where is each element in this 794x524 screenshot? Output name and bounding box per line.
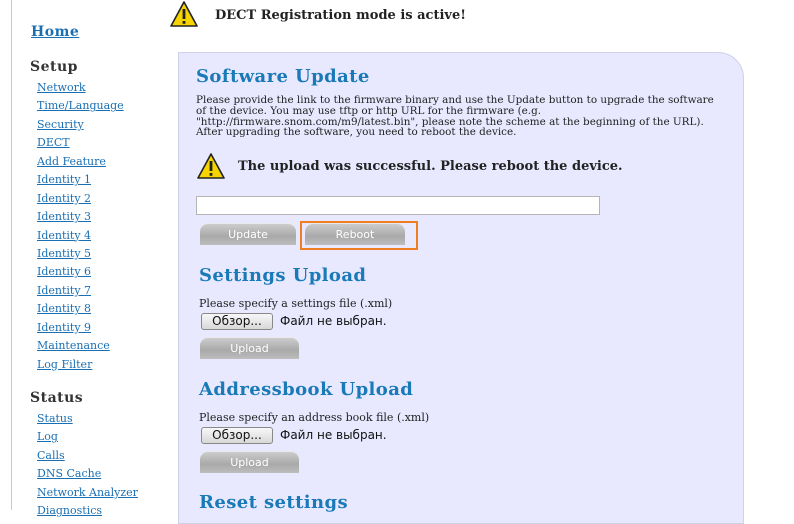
sidebar-item[interactable]: Identity 1 [37, 171, 124, 189]
sidebar-item-dns-cache[interactable]: DNS Cache [37, 467, 101, 480]
setup-nav-list: Network Time/Language Security DECT Add … [37, 79, 124, 374]
sidebar-item-calls[interactable]: Calls [37, 449, 65, 462]
sidebar-item[interactable]: Identity 5 [37, 245, 124, 263]
sidebar-item[interactable]: Identity 2 [37, 190, 124, 208]
settings-file-prompt: Please specify a settings file (.xml) [199, 297, 393, 310]
sidebar-item-network[interactable]: Network [37, 81, 86, 94]
setup-section-title: Setup [30, 59, 78, 75]
sidebar-item[interactable]: Time/Language [37, 97, 124, 115]
sidebar-item[interactable]: Calls [37, 447, 138, 465]
sidebar-item-add-feature[interactable]: Add Feature [37, 155, 106, 168]
sidebar-item-diagnostics[interactable]: Diagnostics [37, 504, 102, 517]
sidebar-item[interactable]: Identity 9 [37, 319, 124, 337]
sidebar-item[interactable]: Identity 6 [37, 263, 124, 281]
sidebar-item-identity-8[interactable]: Identity 8 [37, 302, 91, 315]
addressbook-upload-button[interactable]: Upload [200, 451, 299, 473]
sidebar-item-identity-7[interactable]: Identity 7 [37, 284, 91, 297]
software-update-description: Please provide the link to the firmware … [196, 94, 714, 139]
sidebar-item[interactable]: Identity 3 [37, 208, 124, 226]
sidebar-item-time-language[interactable]: Time/Language [37, 99, 124, 112]
nav-home-link[interactable]: Home [31, 24, 79, 40]
sidebar-item[interactable]: Network [37, 79, 124, 97]
sidebar-item-identity-5[interactable]: Identity 5 [37, 247, 91, 260]
settings-browse-button[interactable]: Обзор... [201, 313, 273, 330]
settings-upload-title: Settings Upload [199, 265, 367, 286]
sidebar-item-identity-1[interactable]: Identity 1 [37, 173, 91, 186]
sidebar-item-identity-2[interactable]: Identity 2 [37, 192, 91, 205]
sidebar-item[interactable]: DNS Cache [37, 465, 138, 483]
addressbook-browse-button[interactable]: Обзор... [201, 427, 273, 444]
addressbook-upload-title: Addressbook Upload [199, 379, 414, 400]
settings-file-status: Файл не выбран. [280, 314, 387, 328]
sidebar-item-dect[interactable]: DECT [37, 136, 70, 149]
sidebar-item[interactable]: Security [37, 116, 124, 134]
sidebar-item-security[interactable]: Security [37, 118, 84, 131]
sidebar-item[interactable]: Identity 4 [37, 227, 124, 245]
sidebar-item-identity-3[interactable]: Identity 3 [37, 210, 91, 223]
sidebar-item-identity-9[interactable]: Identity 9 [37, 321, 91, 334]
status-section-title: Status [30, 390, 84, 406]
sidebar-item-identity-6[interactable]: Identity 6 [37, 265, 91, 278]
reboot-button[interactable]: Reboot [305, 223, 405, 245]
status-nav-list: Status Log Calls DNS Cache Network Analy… [37, 410, 138, 521]
sidebar-item[interactable]: Add Feature [37, 153, 124, 171]
sidebar-item-identity-4[interactable]: Identity 4 [37, 229, 91, 242]
upload-success-notice: The upload was successful. Please reboot… [238, 159, 623, 174]
sidebar-item-log-filter[interactable]: Log Filter [37, 358, 92, 371]
sidebar-item-log[interactable]: Log [37, 430, 58, 443]
settings-upload-button[interactable]: Upload [200, 337, 299, 359]
sidebar-item-network-analyzer[interactable]: Network Analyzer [37, 486, 138, 499]
sidebar-item[interactable]: Maintenance [37, 337, 124, 355]
sidebar-item-maintenance[interactable]: Maintenance [37, 339, 110, 352]
sidebar-item[interactable]: Log Filter [37, 356, 124, 374]
sidebar-item[interactable]: Identity 8 [37, 300, 124, 318]
sidebar-item[interactable]: Status [37, 410, 138, 428]
update-button[interactable]: Update [200, 223, 296, 245]
firmware-url-input[interactable] [196, 196, 600, 215]
sidebar-item-status[interactable]: Status [37, 412, 73, 425]
warning-icon [170, 1, 198, 27]
addressbook-file-status: Файл не выбран. [280, 428, 387, 442]
sidebar-item[interactable]: Network Analyzer [37, 484, 138, 502]
sidebar-item[interactable]: Diagnostics [37, 502, 138, 520]
software-update-title: Software Update [196, 66, 370, 87]
dect-banner-text: DECT Registration mode is active! [215, 8, 466, 23]
addressbook-file-prompt: Please specify an address book file (.xm… [199, 411, 430, 424]
sidebar-item[interactable]: Identity 7 [37, 282, 124, 300]
sidebar-item[interactable]: DECT [37, 134, 124, 152]
sidebar-item[interactable]: Log [37, 428, 138, 446]
warning-icon [197, 153, 225, 179]
